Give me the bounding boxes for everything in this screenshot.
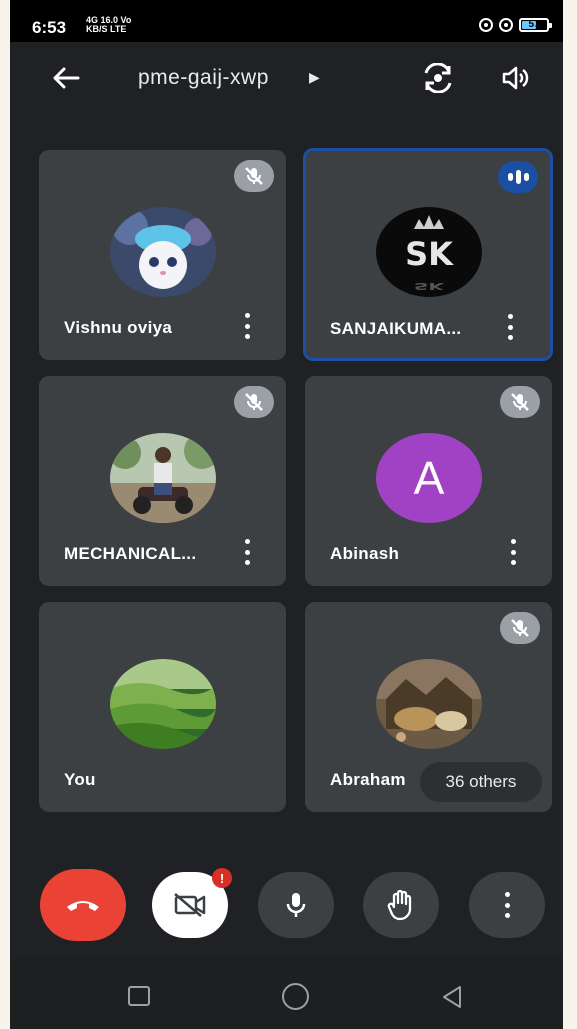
avatar (110, 659, 216, 749)
participant-tile-sanjaikumar[interactable]: SK SK SANJAIKUMA... (303, 148, 553, 361)
end-call-icon (67, 901, 99, 911)
avatar (110, 207, 216, 297)
network-line-2: KB/S LTE (86, 24, 127, 34)
raise-hand-icon (387, 889, 412, 921)
letter-avatar: A (376, 433, 482, 523)
status-time: 6:53 (32, 18, 67, 37)
system-nav-bar (10, 958, 563, 1029)
phone-screen: 6:53 4G 16.0 Vo KB/S LTE 57 pme-gaij-xwp… (10, 0, 563, 1029)
alarm-icon (499, 18, 513, 32)
participant-name: Abraham (330, 770, 406, 789)
speaking-indicator-icon (498, 161, 538, 193)
svg-text:SK: SK (414, 280, 445, 292)
mic-off-icon (234, 160, 274, 192)
chevron-right-icon[interactable]: ▶ (309, 69, 320, 86)
status-right: 57 (479, 18, 552, 32)
participant-name: Vishnu oviya (64, 318, 173, 337)
participant-name: Abinash (330, 544, 400, 563)
switch-camera-icon[interactable] (420, 60, 456, 96)
back-arrow-icon[interactable] (48, 60, 84, 96)
svg-text:SK: SK (405, 235, 454, 273)
participant-tile-abinash[interactable]: A Abinash (305, 376, 552, 586)
meeting-code[interactable]: pme-gaij-xwp (138, 66, 269, 90)
end-call-button[interactable] (40, 869, 126, 941)
mic-off-icon (500, 612, 540, 644)
more-vert-icon[interactable] (505, 314, 515, 340)
mic-off-icon (234, 386, 274, 418)
more-vert-icon[interactable] (242, 539, 252, 565)
more-options-button[interactable] (469, 872, 545, 938)
more-vert-icon[interactable] (508, 539, 518, 565)
home-icon[interactable] (282, 983, 309, 1010)
avatar: SK SK (376, 207, 482, 297)
hotspot-icon (479, 18, 493, 32)
participant-name: MECHANICAL... (64, 544, 197, 563)
avatar (376, 659, 482, 749)
participant-name: SANJAIKUMA... (330, 319, 462, 338)
recents-icon[interactable] (128, 986, 150, 1006)
battery-indicator: 57 (519, 18, 552, 32)
participant-name: You (64, 770, 96, 789)
camera-off-button[interactable]: ! (152, 868, 232, 938)
more-vert-icon (502, 892, 512, 918)
network-indicator: 4G 16.0 Vo KB/S LTE (86, 16, 131, 34)
mic-off-icon (500, 386, 540, 418)
participant-tile-mechanical[interactable]: MECHANICAL... (39, 376, 286, 586)
others-count-pill[interactable]: 36 others (420, 762, 542, 802)
participant-tile-vishnu[interactable]: Vishnu oviya (39, 150, 286, 360)
more-vert-icon[interactable] (242, 313, 252, 339)
speaker-icon[interactable] (498, 60, 534, 96)
raise-hand-button[interactable] (363, 872, 439, 938)
avatar (110, 433, 216, 523)
status-bar: 6:53 4G 16.0 Vo KB/S LTE 57 (10, 0, 563, 42)
nav-back-icon[interactable] (438, 983, 466, 1011)
meeting-header: pme-gaij-xwp ▶ (10, 50, 563, 106)
microphone-icon (286, 893, 306, 917)
battery-text: 57 (528, 19, 540, 30)
microphone-button[interactable] (258, 872, 334, 938)
camera-off-icon (174, 893, 206, 917)
participant-tile-you[interactable]: You (39, 602, 286, 812)
alert-badge: ! (212, 868, 232, 888)
